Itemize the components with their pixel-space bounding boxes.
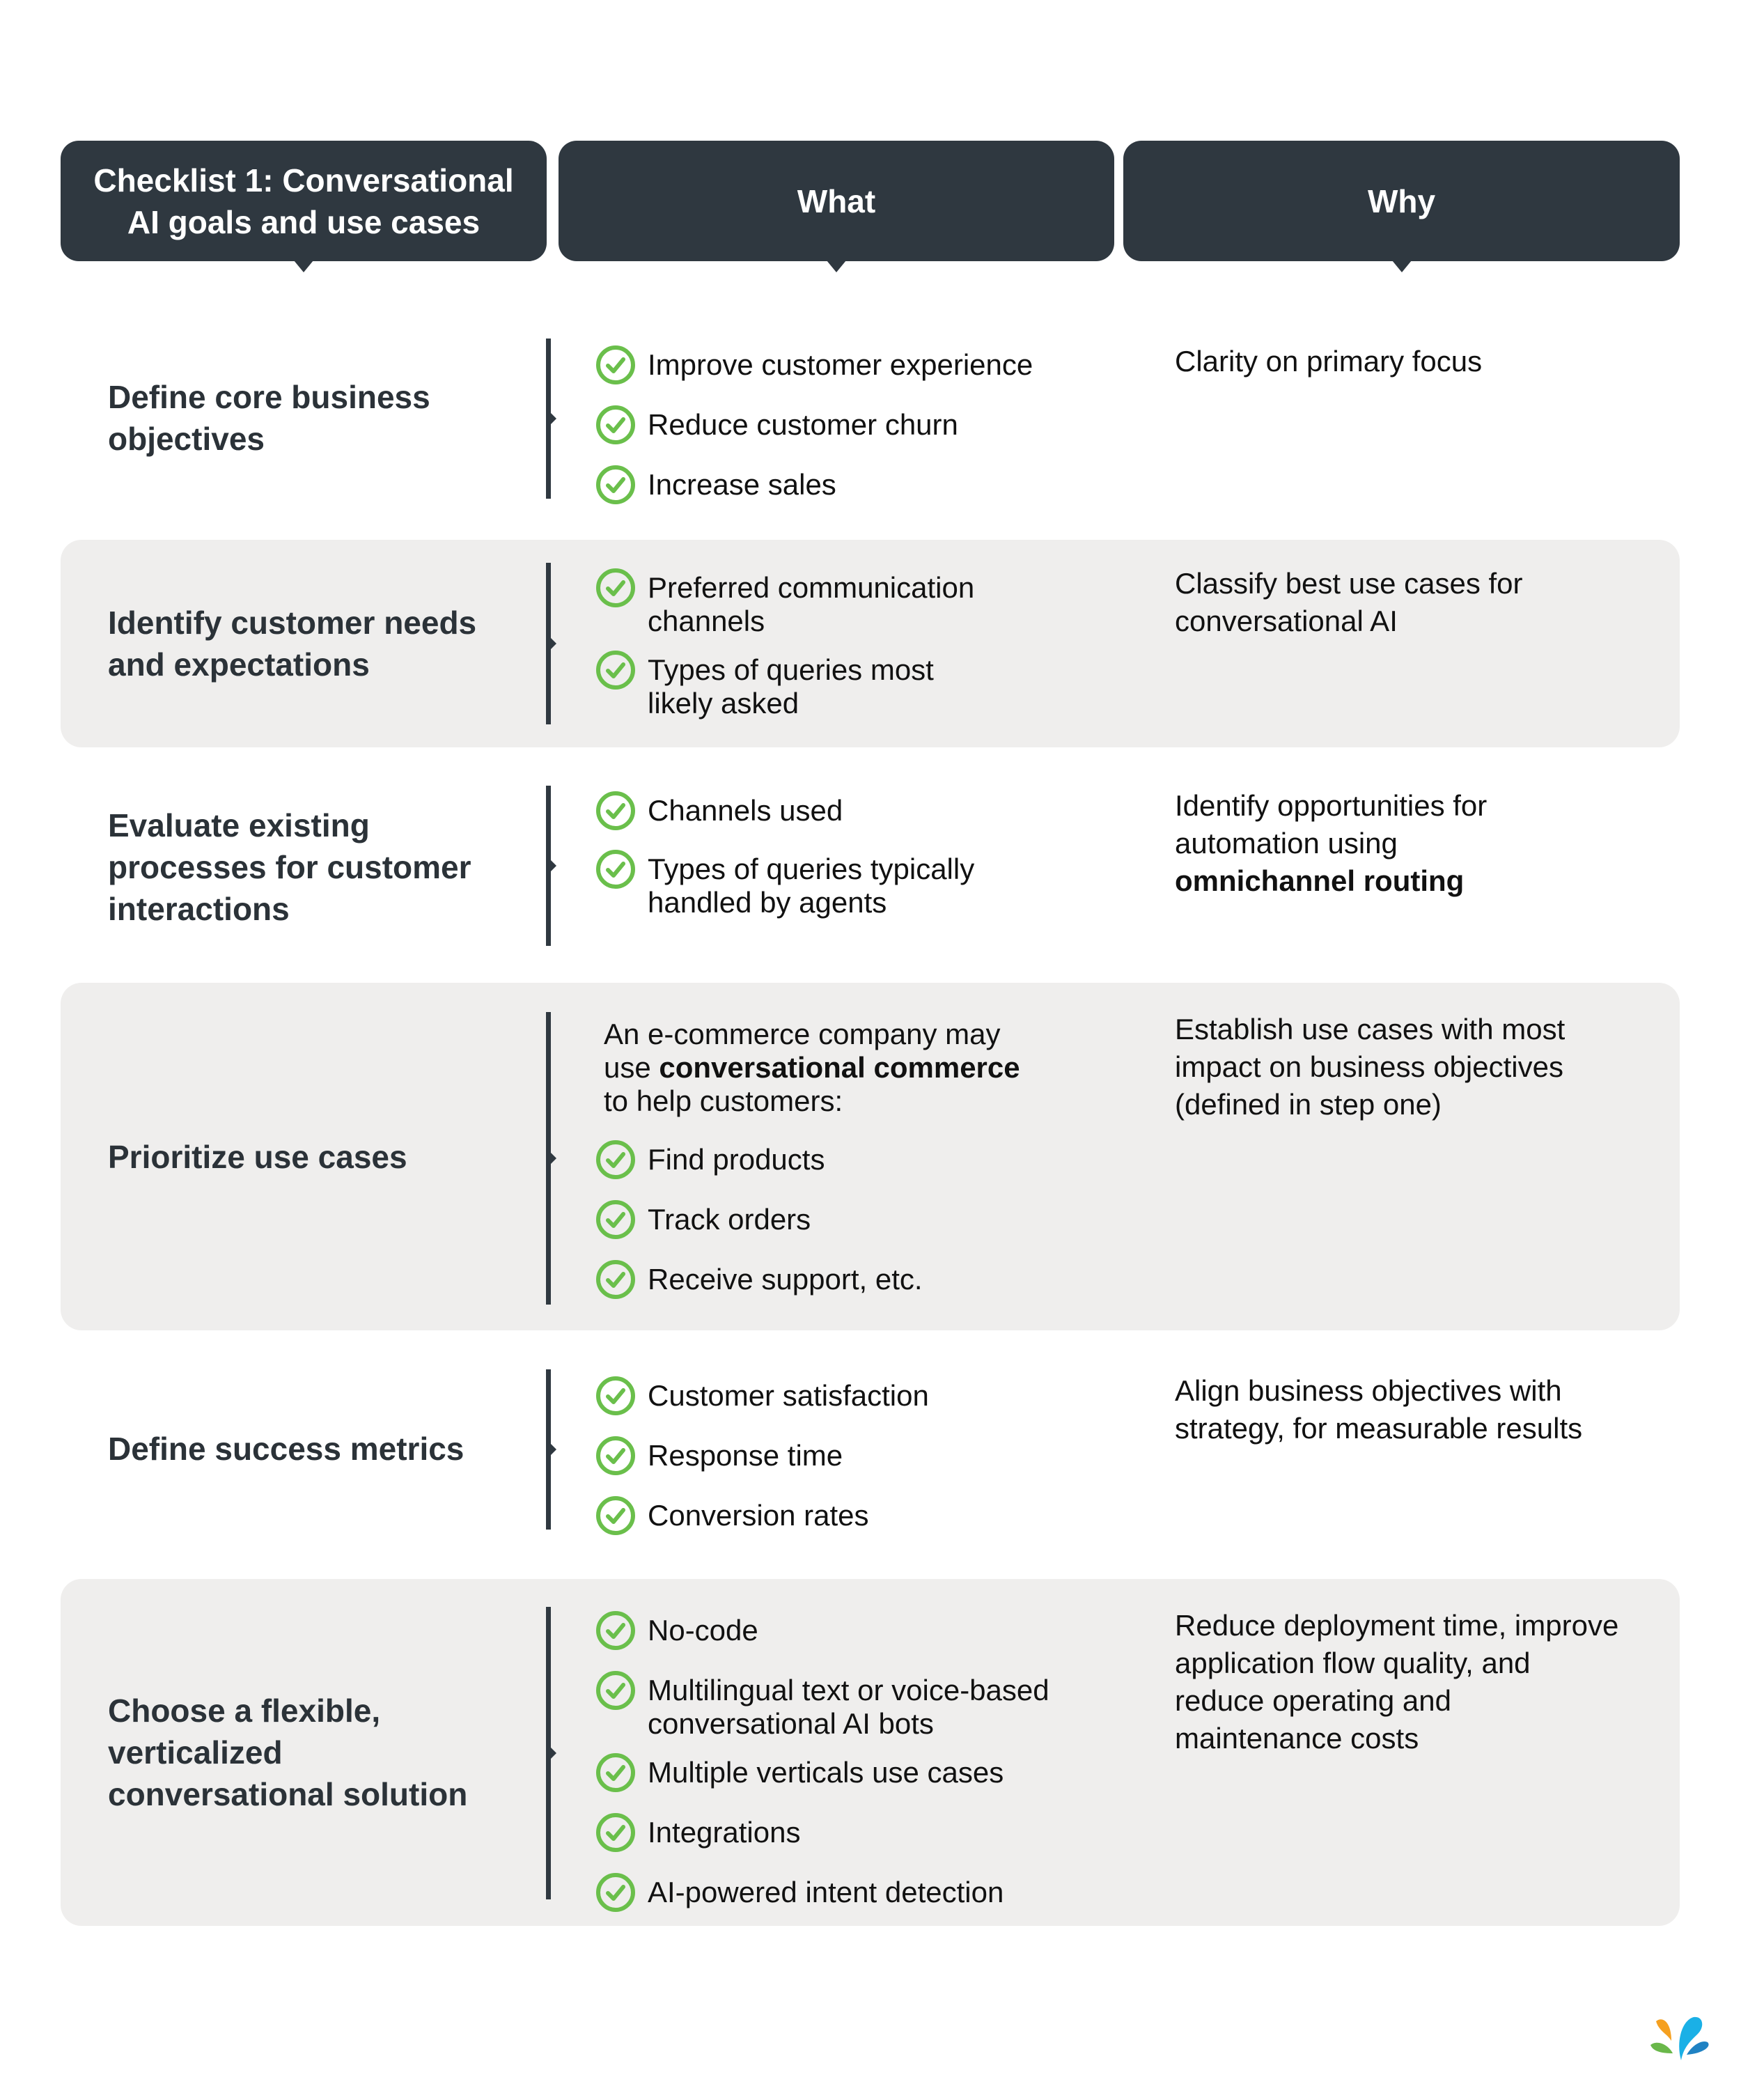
check-circle-icon <box>595 1670 637 1711</box>
what-list: Improve customer experience Reduce custo… <box>595 348 1152 506</box>
list-item: Multiple verticals use cases <box>595 1756 1068 1794</box>
list-item: Response time <box>595 1439 1152 1477</box>
list-item: Reduce customer churn <box>595 408 1152 446</box>
why-text: Reduce deployment time, improve applicat… <box>1175 1609 1619 1755</box>
item-text: Response time <box>648 1439 843 1472</box>
check-circle-icon <box>595 1259 637 1300</box>
what-label: What <box>797 182 876 219</box>
checklist-row: Define success metrics Customer satisfac… <box>61 1358 1680 1539</box>
list-item: Improve customer experience <box>595 348 1152 386</box>
list-item: Multilingual text or voice-based convers… <box>595 1674 1068 1741</box>
why-label: Why <box>1367 182 1436 219</box>
check-circle-icon <box>595 1375 637 1417</box>
step-title: Define success metrics <box>108 1431 464 1467</box>
item-text: Receive support, etc. <box>648 1263 923 1296</box>
check-circle-icon <box>595 464 637 506</box>
item-text: Reduce customer churn <box>648 408 958 441</box>
item-text: Increase sales <box>648 468 836 501</box>
check-circle-icon <box>595 1610 637 1651</box>
check-circle-icon <box>595 848 637 890</box>
check-circle-icon <box>595 1812 637 1853</box>
checklist-title: Checklist 1: Conversational AI goals and… <box>93 162 514 240</box>
check-circle-icon <box>595 1435 637 1477</box>
item-text: Track orders <box>648 1203 811 1236</box>
item-text: Improve customer experience <box>648 348 1033 381</box>
what-list: Customer satisfaction Response time Conv… <box>595 1379 1152 1537</box>
brand-splash-logo-icon <box>1650 2016 1709 2060</box>
item-text: Multiple verticals use cases <box>648 1756 1004 1789</box>
item-text: Find products <box>648 1143 825 1176</box>
list-item: Types of queries typically handled by ag… <box>595 853 1040 919</box>
list-item: AI-powered intent detection <box>595 1876 1068 1913</box>
row-divider <box>546 339 551 499</box>
what-list: An e-commerce company may use conversati… <box>595 1018 1040 1300</box>
why-text: Align business objectives with strategy,… <box>1175 1374 1583 1445</box>
omnichannel-routing-link[interactable]: omnichannel routing <box>1175 862 1565 900</box>
check-circle-icon <box>595 1872 637 1913</box>
why-text: Classify best use cases for conversation… <box>1175 567 1523 637</box>
list-item: Types of queries most likely asked <box>595 653 1013 720</box>
list-item: Find products <box>595 1143 1040 1181</box>
why-text: Clarity on primary focus <box>1175 345 1483 378</box>
list-item: Track orders <box>595 1203 1040 1240</box>
list-item: Channels used <box>595 794 1040 832</box>
conversational-commerce-link[interactable]: conversational commerce <box>659 1051 1020 1084</box>
item-text: Types of queries most likely asked <box>648 653 934 720</box>
item-text: Channels used <box>648 794 843 827</box>
check-circle-icon <box>595 567 637 609</box>
row-divider <box>546 786 551 946</box>
what-list: Channels used Types of queries typically… <box>595 794 1040 919</box>
item-text: Types of queries typically handled by ag… <box>648 853 975 919</box>
checklist-row: Evaluate existing processes for customer… <box>61 773 1680 961</box>
item-text: Conversion rates <box>648 1499 869 1532</box>
what-intro: An e-commerce company may use conversati… <box>604 1018 1022 1118</box>
check-circle-icon <box>595 1752 637 1794</box>
why-text-prefix: Identify opportunities for automation us… <box>1175 789 1488 860</box>
row-divider <box>546 563 551 724</box>
list-item: Receive support, etc. <box>595 1263 1040 1300</box>
item-text: Preferred communication channels <box>648 571 975 637</box>
step-title: Evaluate existing processes for customer… <box>108 807 471 927</box>
what-list: No-code Multilingual text or voice-based… <box>595 1614 1068 1913</box>
why-text: Identify opportunities for automation us… <box>1175 787 1565 900</box>
item-text: AI-powered intent detection <box>648 1876 1004 1908</box>
item-text: Customer satisfaction <box>648 1379 929 1412</box>
check-circle-icon <box>595 649 637 691</box>
checklist-row: Prioritize use cases An e-commerce compa… <box>61 983 1680 1330</box>
list-item: Integrations <box>595 1816 1068 1853</box>
step-title: Choose a flexible, verticalized conversa… <box>108 1693 468 1812</box>
check-circle-icon <box>595 1495 637 1537</box>
check-circle-icon <box>595 1139 637 1181</box>
item-text: Integrations <box>648 1816 801 1849</box>
checklist-row: Choose a flexible, verticalized conversa… <box>61 1579 1680 1926</box>
item-text: Multilingual text or voice-based convers… <box>648 1674 1049 1740</box>
list-item: Customer satisfaction <box>595 1379 1152 1417</box>
check-circle-icon <box>595 404 637 446</box>
checklist-title-header: Checklist 1: Conversational AI goals and… <box>61 141 547 261</box>
why-text: Establish use cases with most impact on … <box>1175 1013 1566 1121</box>
what-column-header: What <box>559 141 1114 261</box>
check-circle-icon <box>595 790 637 832</box>
why-column-header: Why <box>1123 141 1680 261</box>
step-title: Identify customer needs and expectations <box>108 605 477 683</box>
row-divider <box>546 1369 551 1530</box>
checklist-row: Define core business objectives Improve … <box>61 327 1680 508</box>
step-title: Prioritize use cases <box>108 1138 407 1175</box>
checklist-row: Identify customer needs and expectations… <box>61 540 1680 747</box>
row-divider <box>546 1012 551 1305</box>
check-circle-icon <box>595 1199 637 1240</box>
intro-suffix: to help customers: <box>604 1084 843 1117</box>
list-item: Preferred communication channels <box>595 571 1013 638</box>
item-text: No-code <box>648 1614 758 1647</box>
check-circle-icon <box>595 344 637 386</box>
list-item: Increase sales <box>595 468 1152 506</box>
list-item: Conversion rates <box>595 1499 1152 1537</box>
what-list: Preferred communication channels Types o… <box>595 571 1013 720</box>
step-title: Define core business objectives <box>108 379 430 457</box>
list-item: No-code <box>595 1614 1068 1651</box>
row-divider <box>546 1607 551 1899</box>
